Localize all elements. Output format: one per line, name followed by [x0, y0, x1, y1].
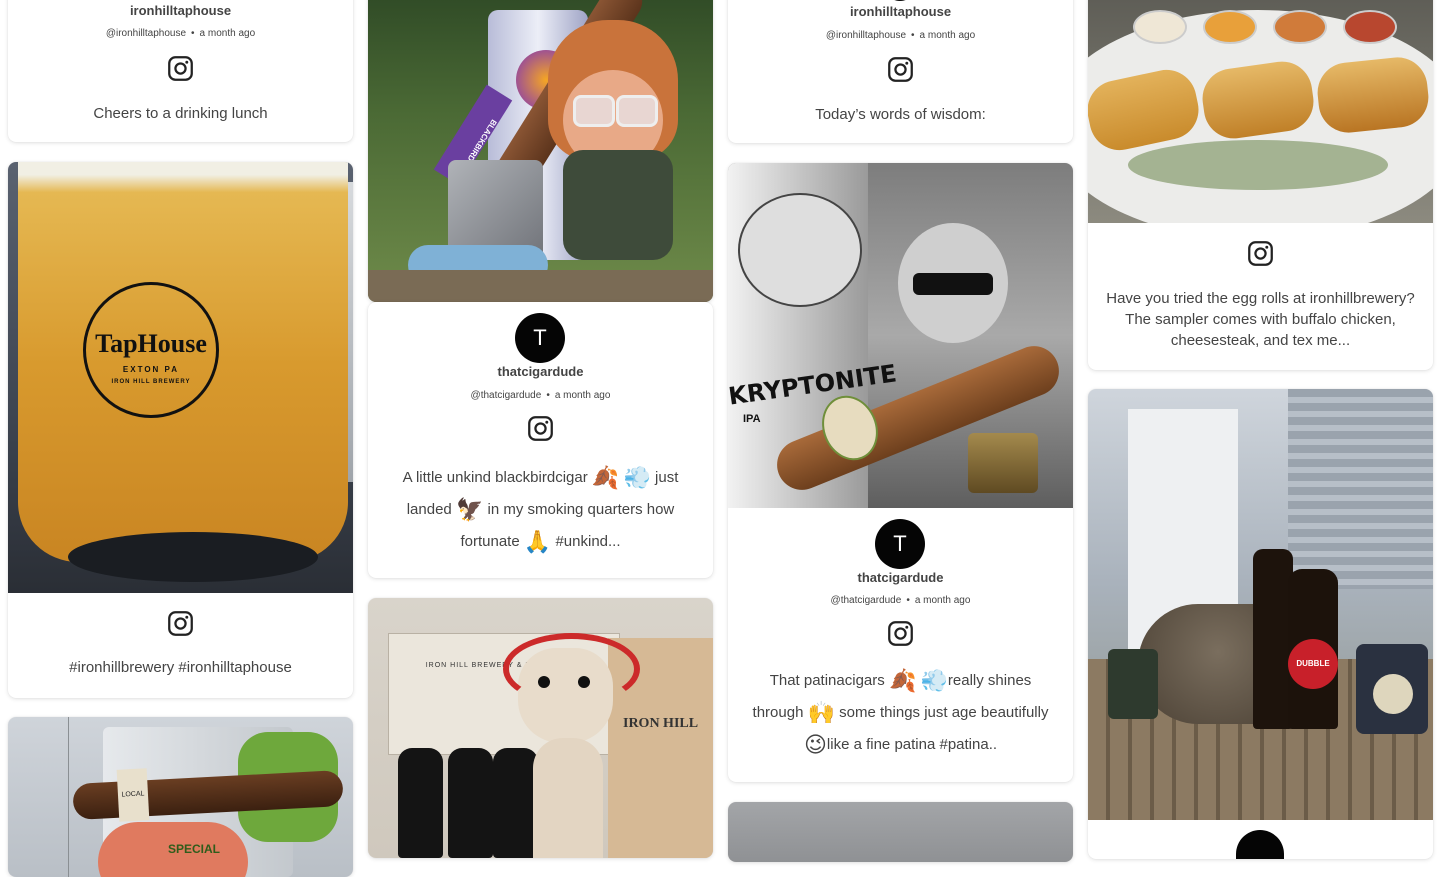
raised-hands-emoji-icon: 🙌 [807, 700, 835, 725]
feed-card[interactable]: LOCAL SPECIAL [8, 717, 353, 877]
timestamp: a month ago [554, 390, 611, 401]
avatar [888, 0, 912, 1]
feed-card[interactable]: BLACKBIRD [368, 0, 713, 302]
handle: @thatcigardude [830, 595, 902, 606]
feed-card[interactable]: ironhilltaphouse @ironhilltaphouse • a mon… [8, 0, 353, 142]
post-image[interactable] [1088, 0, 1433, 223]
beer-bottle [1253, 549, 1293, 729]
timestamp: a month ago [199, 28, 256, 39]
post-meta: @thatcigardude • a month ago [830, 595, 971, 606]
dash-emoji-icon: 💨 [623, 465, 651, 490]
post-image[interactable]: IRON HILL BREWERY & RESTAURANT IRON HILL [368, 598, 713, 858]
feed-card[interactable]: IRON HILL BREWERY & RESTAURANT IRON HILL [368, 598, 713, 858]
instagram-icon[interactable] [167, 610, 194, 637]
handle: @ironhilltaphouse [825, 30, 907, 41]
instagram-icon[interactable] [1247, 240, 1274, 267]
leaf-emoji-icon: 🍂 [591, 465, 620, 490]
post-caption: Have you tried the egg rolls at ironhill… [1106, 290, 1415, 349]
avatar[interactable]: T [515, 313, 565, 363]
post-caption: #ironhillbrewery #ironhilltaphouse [69, 659, 292, 676]
feed-card[interactable]: T thatcigardude @thatcigardude • a month a… [368, 302, 713, 578]
post-meta: @ironhilltaphouse • a month ago [105, 28, 256, 39]
timestamp: a month ago [919, 30, 976, 41]
dash-emoji-icon: 💨 [920, 668, 948, 693]
post-caption: A little unkind blackbirdcigar 🍂 💨 just … [384, 462, 697, 558]
post-caption: That patinacigars 🍂 💨really shines throu… [744, 665, 1057, 761]
post-image[interactable]: DUBBLE DANKS [1088, 389, 1433, 820]
post-image[interactable]: KRYPTONITE IPA [728, 163, 1073, 508]
taphouse-logo: TapHouse EXTON PA IRON HILL BREWERY [83, 282, 219, 418]
handle: @thatcigardude [470, 390, 542, 401]
feed-card[interactable] [728, 802, 1073, 862]
post-caption: Today’s words of wisdom: [815, 106, 986, 123]
instagram-icon[interactable] [167, 55, 194, 82]
feed-card[interactable]: TapHouse EXTON PA IRON HILL BREWERY #iro… [8, 162, 353, 698]
feed-card[interactable]: ironhilltaphouse @ironhilltaphouse • a mon… [728, 0, 1073, 143]
post-image[interactable]: LOCAL SPECIAL [8, 717, 353, 877]
username: ironhilltaphouse [129, 3, 232, 18]
username[interactable]: thatcigardude [728, 570, 1073, 585]
leaf-emoji-icon: 🍂 [888, 668, 917, 693]
avatar[interactable]: T [875, 519, 925, 569]
username: ironhilltaphouse [849, 4, 952, 19]
instagram-icon[interactable] [527, 415, 554, 442]
post-image[interactable]: BLACKBIRD [368, 0, 713, 302]
feed-card[interactable]: Have you tried the egg rolls at ironhill… [1088, 0, 1433, 370]
feed-card[interactable]: DUBBLE DANKS [1088, 389, 1433, 859]
wink-emoji-icon: 😉 [803, 732, 827, 757]
timestamp: a month ago [914, 595, 971, 606]
praying-hands-emoji-icon: 🙏 [523, 529, 552, 554]
eagle-emoji-icon: 🦅 [455, 497, 484, 522]
post-image[interactable] [728, 802, 1073, 862]
post-caption: Cheers to a drinking lunch [93, 105, 268, 122]
handle: @ironhilltaphouse [105, 28, 187, 39]
post-image[interactable]: TapHouse EXTON PA IRON HILL BREWERY [8, 162, 353, 593]
instagram-icon[interactable] [887, 620, 914, 647]
instagram-icon[interactable] [887, 56, 914, 83]
post-meta: @ironhilltaphouse • a month ago [825, 30, 976, 41]
username[interactable]: thatcigardude [368, 364, 713, 379]
feed-card[interactable]: KRYPTONITE IPA T thatcigardude @thatciga… [728, 163, 1073, 782]
post-meta: @thatcigardude • a month ago [470, 390, 611, 401]
